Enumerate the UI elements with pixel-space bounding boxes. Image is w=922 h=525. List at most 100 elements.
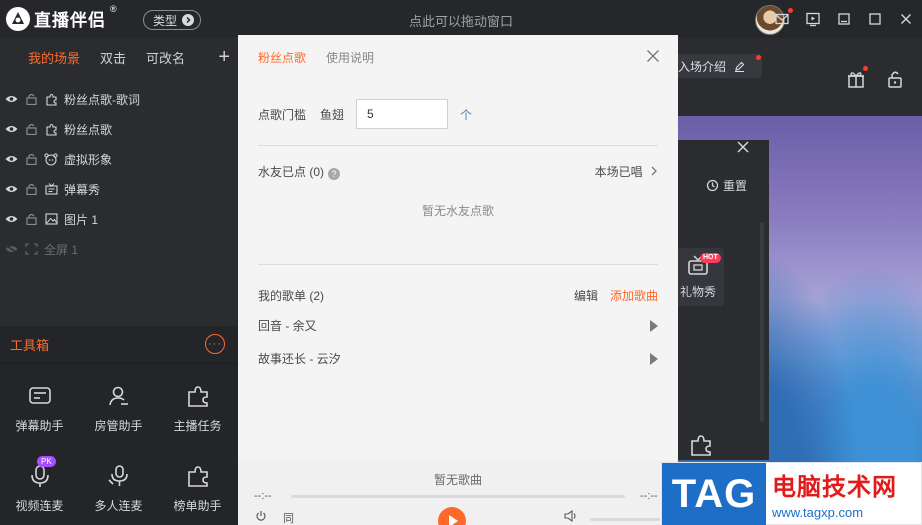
source-name: 图片 1 — [64, 212, 99, 227]
tool-danmaku-assistant[interactable]: 弹幕助手 — [0, 368, 79, 448]
sung-this-session-link[interactable]: 本场已唱 — [595, 163, 658, 180]
source-item[interactable]: 粉丝点歌 — [0, 114, 238, 144]
lock-icon[interactable] — [24, 212, 38, 226]
tool-multi-connect[interactable]: 多人连麦 — [79, 448, 158, 525]
threshold-label: 点歌门槛 — [258, 107, 307, 122]
fan-requests-heading: 水友已点 (0) — [258, 165, 325, 179]
danmaku-assistant-icon — [28, 386, 51, 404]
maximize-icon[interactable] — [867, 11, 883, 27]
fullscreen-icon — [24, 242, 38, 256]
tool-video-connect[interactable]: PK 视频连麦 — [0, 448, 79, 525]
left-panel: 我的场景 双击 可改名 + 粉丝点歌-歌词 粉丝点歌 虚拟形象 弹幕秀 图片 1… — [0, 38, 238, 525]
image-icon — [44, 212, 58, 226]
tool-label: 弹幕助手 — [15, 418, 64, 433]
song-item[interactable]: 故事还长 - 云汐 — [258, 350, 658, 367]
dialog-tabs: 粉丝点歌 使用说明 — [238, 35, 678, 80]
threshold-unit: 个 — [460, 107, 473, 122]
tool-label: 视频连麦 — [15, 498, 64, 513]
eye-icon[interactable] — [4, 92, 18, 106]
tool-ranking-assistant[interactable]: 榜单助手 — [158, 448, 237, 525]
eye-icon[interactable] — [4, 122, 18, 136]
unlock-icon[interactable] — [885, 69, 905, 89]
threshold-currency: 鱼翅 — [320, 107, 345, 122]
tab-fan-song-request[interactable]: 粉丝点歌 — [258, 49, 306, 66]
source-name: 弹幕秀 — [64, 182, 101, 197]
play-icon[interactable] — [650, 319, 658, 332]
room-admin-icon — [108, 386, 128, 405]
puzzle-icon — [44, 122, 58, 136]
tool-label: 房管助手 — [94, 418, 143, 433]
song-title: 回音 - 余又 — [258, 319, 317, 333]
toolbox-title: 工具箱 — [0, 326, 238, 364]
puzzle-icon — [187, 385, 208, 407]
tool-host-tasks[interactable]: 主播任务 — [158, 368, 237, 448]
reset-button[interactable]: 重置 — [706, 177, 747, 194]
source-item[interactable]: 弹幕秀 — [0, 174, 238, 204]
help-icon[interactable]: ? — [328, 168, 341, 180]
scene-tab-rename[interactable]: 可改名 — [146, 48, 185, 67]
reset-icon — [706, 179, 719, 192]
chevron-right-icon — [651, 166, 657, 176]
gift-icon[interactable] — [846, 66, 868, 89]
lock-icon[interactable] — [24, 152, 38, 166]
divider — [258, 145, 658, 146]
threshold-row: 点歌门槛 鱼翅 5 个 — [258, 99, 472, 129]
pk-badge: PK — [37, 456, 56, 467]
play-icon — [448, 515, 458, 525]
tool-room-admin[interactable]: 房管助手 — [79, 368, 158, 448]
dialog-close-icon[interactable] — [646, 49, 660, 63]
add-song-button[interactable]: 添加歌曲 — [610, 287, 658, 304]
progress-bar[interactable] — [291, 495, 625, 498]
source-name: 全屏 1 — [44, 242, 79, 257]
source-name: 粉丝点歌 — [64, 122, 113, 137]
tool-label: 主播任务 — [173, 418, 222, 433]
play-icon[interactable] — [650, 352, 658, 365]
eye-icon[interactable] — [4, 212, 18, 226]
eye-icon[interactable] — [4, 182, 18, 196]
song-item[interactable]: 回音 - 余又 — [258, 317, 658, 334]
hot-badge: HOT — [700, 253, 721, 263]
source-item[interactable]: 粉丝点歌-歌词 — [0, 84, 238, 114]
minimize-icon[interactable] — [836, 11, 852, 27]
scene-tab-my-scenes[interactable]: 我的场景 — [28, 48, 80, 67]
scrollbar[interactable] — [760, 222, 764, 422]
divider — [258, 264, 658, 265]
gift-show-label: 礼物秀 — [679, 284, 716, 299]
mail-icon[interactable] — [774, 8, 793, 27]
elapsed-time: --:-- — [254, 490, 272, 502]
tool-label: 多人连麦 — [94, 498, 143, 513]
power-icon[interactable] — [255, 510, 267, 525]
watermark-url: www.tagxp.com — [772, 505, 864, 520]
tab-instructions[interactable]: 使用说明 — [326, 49, 374, 66]
fan-song-request-dialog: 粉丝点歌 使用说明 点歌门槛 鱼翅 5 个 水友已点 (0)? 本场已唱 暂无水… — [238, 35, 678, 460]
total-time: --:-- — [640, 490, 658, 502]
source-item[interactable]: 虚拟形象 — [0, 144, 238, 174]
source-item[interactable]: 全屏 1 — [0, 234, 238, 264]
puzzle-icon[interactable] — [678, 427, 724, 463]
panel-close-icon[interactable] — [736, 140, 750, 159]
entrance-intro-button[interactable]: 入场介绍 — [668, 54, 762, 78]
edit-button[interactable]: 编辑 — [574, 287, 598, 304]
loop-mode-button[interactable]: 同 — [283, 510, 294, 525]
lock-icon[interactable] — [24, 182, 38, 196]
source-item[interactable]: 图片 1 — [0, 204, 238, 234]
eye-hidden-icon[interactable] — [4, 242, 18, 256]
title-bar[interactable]: 直播伴侣 ® 类型 点此可以拖动窗口 — [0, 0, 922, 38]
threshold-input[interactable]: 5 — [356, 99, 449, 129]
play-button[interactable] — [438, 507, 466, 525]
scene-tab-double-click[interactable]: 双击 — [100, 48, 126, 67]
fan-requests-header: 水友已点 (0)? 本场已唱 — [258, 163, 658, 180]
close-icon[interactable] — [898, 11, 914, 27]
video-icon[interactable] — [805, 11, 821, 27]
scene-tabs: 我的场景 双击 可改名 — [0, 38, 238, 76]
toolbox: 工具箱 ··· 弹幕助手 房管助手 主播任务 PK 视频连麦 多人连麦 榜单助手 — [0, 326, 238, 525]
source-list: 粉丝点歌-歌词 粉丝点歌 虚拟形象 弹幕秀 图片 1 全屏 1 — [0, 84, 238, 264]
add-scene-button[interactable]: + — [218, 47, 230, 67]
lock-icon[interactable] — [24, 92, 38, 106]
volume-slider[interactable] — [590, 518, 660, 521]
lock-icon[interactable] — [24, 122, 38, 136]
more-icon[interactable]: ··· — [205, 334, 225, 354]
volume-icon[interactable] — [564, 509, 578, 525]
eye-icon[interactable] — [4, 152, 18, 166]
playlist-heading: 我的歌单 (2) — [258, 289, 325, 303]
